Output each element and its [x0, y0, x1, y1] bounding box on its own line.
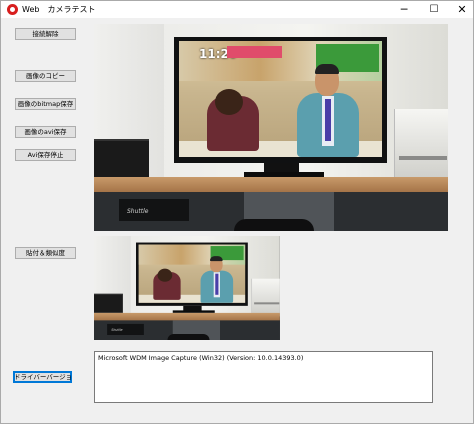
minimize-button[interactable]: ─ — [390, 1, 418, 18]
scene-printer — [251, 278, 280, 314]
camera-scene: 11:20 Shuttle — [94, 24, 448, 231]
screen-person-left-head — [215, 89, 243, 115]
scene-shuttle-label: Shuttle — [127, 208, 149, 215]
scene-device-left — [94, 139, 149, 177]
screen-person-right-tie — [215, 273, 219, 295]
scene-shelf — [94, 177, 448, 192]
scene-device-left — [94, 293, 123, 313]
scene-tv-screen: 11:20 — [179, 41, 382, 157]
scene-shuttle-label: Shuttle — [111, 328, 123, 332]
driver-info-textbox[interactable]: Microsoft WDM Image Capture (Win32) (Ver… — [94, 351, 433, 403]
copy-image-button[interactable]: 画像のコピー — [15, 70, 76, 82]
screen-person-right-tie — [325, 99, 331, 141]
scene-printer-slot — [399, 156, 447, 160]
stop-avi-button[interactable]: Avi保存停止 — [15, 149, 76, 161]
scene-shelf — [94, 312, 280, 321]
screen-person-right-hair — [210, 256, 223, 262]
driver-version-button[interactable]: ドライバーバージョン — [13, 371, 72, 383]
scene-printer-slot — [254, 302, 280, 305]
paste-similarity-button[interactable]: 貼付＆類似度 — [15, 247, 76, 259]
close-button[interactable]: ✕ — [448, 1, 474, 18]
title-bar: Web カメラテスト ─ ☐ ✕ — [1, 1, 473, 18]
screen-person-left-head — [157, 268, 173, 282]
scene-tv-screen — [138, 244, 246, 303]
save-avi-button[interactable]: 画像のavi保存 — [15, 126, 76, 138]
disconnect-button[interactable]: 接続解除 — [15, 28, 76, 40]
window-title: Web カメラテスト — [22, 5, 96, 14]
maximize-button[interactable]: ☐ — [420, 1, 448, 18]
screen-banner — [227, 46, 282, 58]
screen-person-right-hair — [315, 64, 339, 74]
camera-app-icon[interactable] — [7, 4, 18, 15]
scene-chair — [234, 219, 314, 231]
main-window: Web カメラテスト ─ ☐ ✕ 接続解除 画像のコピー 画像のbitmap保存… — [0, 0, 474, 424]
scene-chair — [167, 333, 210, 340]
save-bitmap-button[interactable]: 画像のbitmap保存 — [15, 98, 76, 110]
captured-scene: Shuttle — [94, 236, 280, 340]
camera-preview[interactable]: 11:20 Shuttle — [94, 24, 448, 231]
scene-printer — [394, 109, 448, 179]
captured-image-preview[interactable]: Shuttle — [94, 236, 280, 340]
